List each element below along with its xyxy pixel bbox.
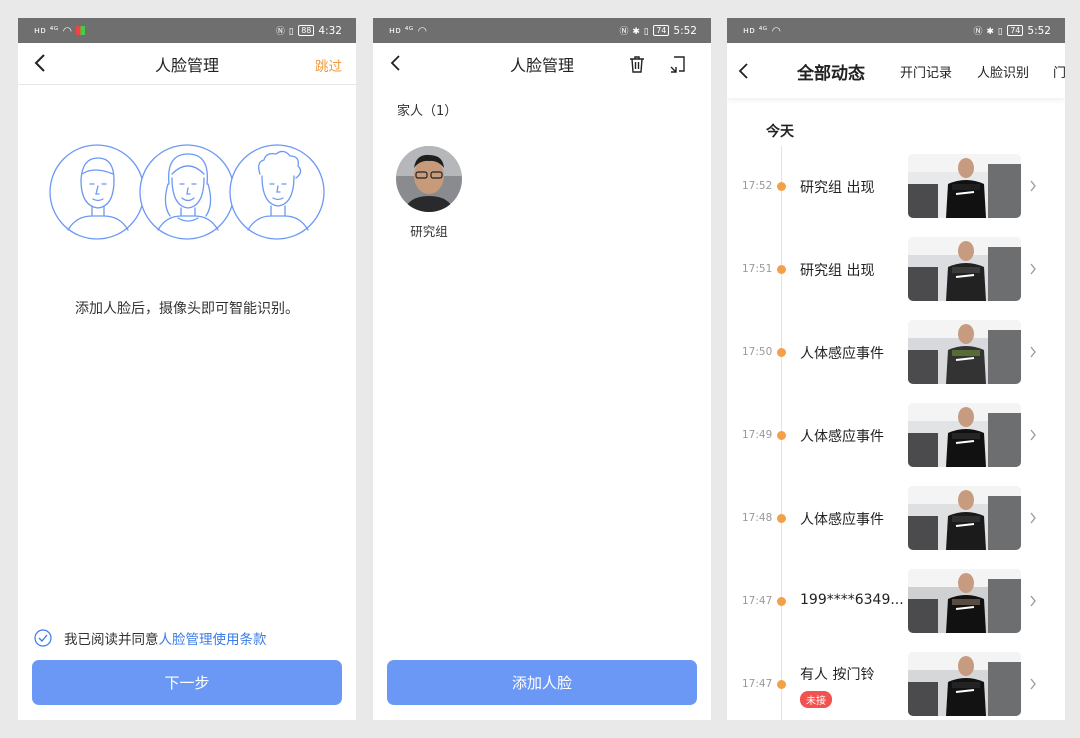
hd-icon: ʜᴅ ⁴ᴳ [743, 25, 768, 36]
clock: 5:52 [1027, 24, 1051, 37]
section-today: 今天 [766, 124, 794, 140]
timeline-dot [777, 348, 786, 357]
event-time: 17:47 [742, 678, 773, 690]
event-time: 17:48 [742, 512, 773, 524]
screen-face-list: ʜᴅ ⁴ᴳ ◠ Ⓝ ✱ ▯ 74 5:52 人脸管理 家人（1） 研究组 添加人… [373, 18, 711, 720]
back-arrow-icon[interactable] [30, 52, 52, 74]
wifi-icon: ◠ [771, 24, 781, 37]
battery-icon: 74 [1007, 25, 1024, 36]
event-title: 研究组 出现 [800, 180, 875, 196]
face-illustration [49, 144, 325, 240]
navbar: 人脸管理 跳过 [18, 43, 356, 85]
event-row[interactable]: 17:50 人体感应事件 [727, 320, 1065, 384]
next-button[interactable]: 下一步 [32, 660, 342, 705]
clock: 5:52 [673, 24, 697, 37]
event-row[interactable]: 17:49 人体感应事件 [727, 403, 1065, 467]
chevron-right-icon[interactable] [1029, 180, 1037, 192]
event-time: 17:50 [742, 346, 773, 358]
missed-badge: 未接 [800, 691, 832, 708]
status-bar: ʜᴅ ⁴ᴳ ◠ Ⓝ ✱ ▯ 74 5:52 [727, 18, 1065, 43]
terms-link[interactable]: 人脸管理使用条款 [159, 628, 267, 648]
page-title: 人脸管理 [154, 55, 219, 75]
hd-icon: ʜᴅ ⁴ᴳ [389, 25, 414, 36]
event-snapshot[interactable] [908, 320, 1021, 384]
face-name: 研究组 [410, 224, 448, 239]
timeline-dot [777, 182, 786, 191]
event-row[interactable]: 17:52 研究组 出现 [727, 154, 1065, 218]
timeline-dot [777, 680, 786, 689]
event-row[interactable]: 17:47 199****6349... [727, 569, 1065, 633]
chevron-right-icon[interactable] [1029, 678, 1037, 690]
event-title: 人体感应事件 [800, 346, 884, 362]
wifi-icon: ◠ [417, 24, 427, 37]
screen-face-intro: ʜᴅ ⁴ᴳ ◠ Ⓝ ▯ 88 4:32 人脸管理 跳过 添加人脸后，摄像头即可智… [18, 18, 356, 720]
event-time: 17:49 [742, 429, 773, 441]
group-label: 家人（1） [397, 104, 458, 119]
navbar: 人脸管理 [373, 43, 711, 85]
status-bar: ʜᴅ ⁴ᴳ ◠ Ⓝ ▯ 88 4:32 [18, 18, 356, 43]
chevron-right-icon[interactable] [1029, 429, 1037, 441]
timeline-dot [777, 597, 786, 606]
app-icon [75, 26, 85, 35]
event-time: 17:51 [742, 263, 773, 275]
nfc-icon: Ⓝ ▯ [275, 27, 295, 37]
tab-all-activity[interactable]: 全部动态 [797, 59, 865, 84]
event-title: 人体感应事件 [800, 429, 884, 445]
add-face-button[interactable]: 添加人脸 [387, 660, 697, 705]
timeline-dot [777, 265, 786, 274]
terms-agreement: 我已阅读并同意 人脸管理使用条款 [34, 628, 267, 648]
battery-icon: 88 [298, 25, 315, 36]
screen-activity-feed: ʜᴅ ⁴ᴳ ◠ Ⓝ ✱ ▯ 74 5:52 全部动态 开门记录 人脸识别 门 今… [727, 18, 1065, 720]
page-title: 人脸管理 [509, 56, 574, 75]
event-snapshot[interactable] [908, 486, 1021, 550]
event-row[interactable]: 17:51 研究组 出现 [727, 237, 1065, 301]
export-icon[interactable] [668, 54, 688, 74]
nfc-icon: Ⓝ ✱ ▯ [619, 27, 650, 37]
event-snapshot[interactable] [908, 652, 1021, 716]
check-circle-icon[interactable] [34, 629, 52, 647]
event-snapshot[interactable] [908, 403, 1021, 467]
event-title: 人体感应事件 [800, 512, 884, 528]
back-arrow-icon[interactable] [733, 60, 755, 82]
event-time: 17:52 [742, 180, 773, 192]
face-photo [396, 146, 462, 212]
chevron-right-icon[interactable] [1029, 595, 1037, 607]
status-bar: ʜᴅ ⁴ᴳ ◠ Ⓝ ✱ ▯ 74 5:52 [373, 18, 711, 43]
skip-button[interactable]: 跳过 [315, 55, 342, 75]
event-snapshot[interactable] [908, 237, 1021, 301]
event-title: 研究组 出现 [800, 263, 875, 279]
intro-text: 添加人脸后，摄像头即可智能识别。 [75, 301, 299, 317]
event-snapshot[interactable] [908, 154, 1021, 218]
chevron-right-icon[interactable] [1029, 346, 1037, 358]
event-snapshot[interactable] [908, 569, 1021, 633]
face-item[interactable]: 研究组 [396, 146, 462, 240]
back-arrow-icon[interactable] [385, 52, 407, 74]
hd-icon: ʜᴅ ⁴ᴳ [34, 25, 59, 36]
wifi-icon: ◠ [62, 24, 72, 37]
event-time: 17:47 [742, 595, 773, 607]
timeline-dot [777, 431, 786, 440]
terms-prefix: 我已阅读并同意 [64, 632, 159, 648]
tab-door-records[interactable]: 开门记录 [900, 62, 952, 81]
event-title: 有人 按门铃 [800, 667, 875, 683]
tab-truncated[interactable]: 门 [1053, 62, 1065, 81]
clock: 4:32 [318, 24, 342, 37]
tab-bar: 全部动态 开门记录 人脸识别 门 [727, 43, 1065, 98]
trash-icon[interactable] [627, 54, 647, 74]
event-title: 199****6349... [800, 592, 904, 608]
chevron-right-icon[interactable] [1029, 263, 1037, 275]
chevron-right-icon[interactable] [1029, 512, 1037, 524]
tab-face-recognition[interactable]: 人脸识别 [977, 62, 1029, 81]
timeline-dot [777, 514, 786, 523]
nfc-icon: Ⓝ ✱ ▯ [973, 27, 1004, 37]
battery-icon: 74 [653, 25, 670, 36]
event-row[interactable]: 17:47 有人 按门铃 未接 [727, 652, 1065, 716]
event-row[interactable]: 17:48 人体感应事件 [727, 486, 1065, 550]
